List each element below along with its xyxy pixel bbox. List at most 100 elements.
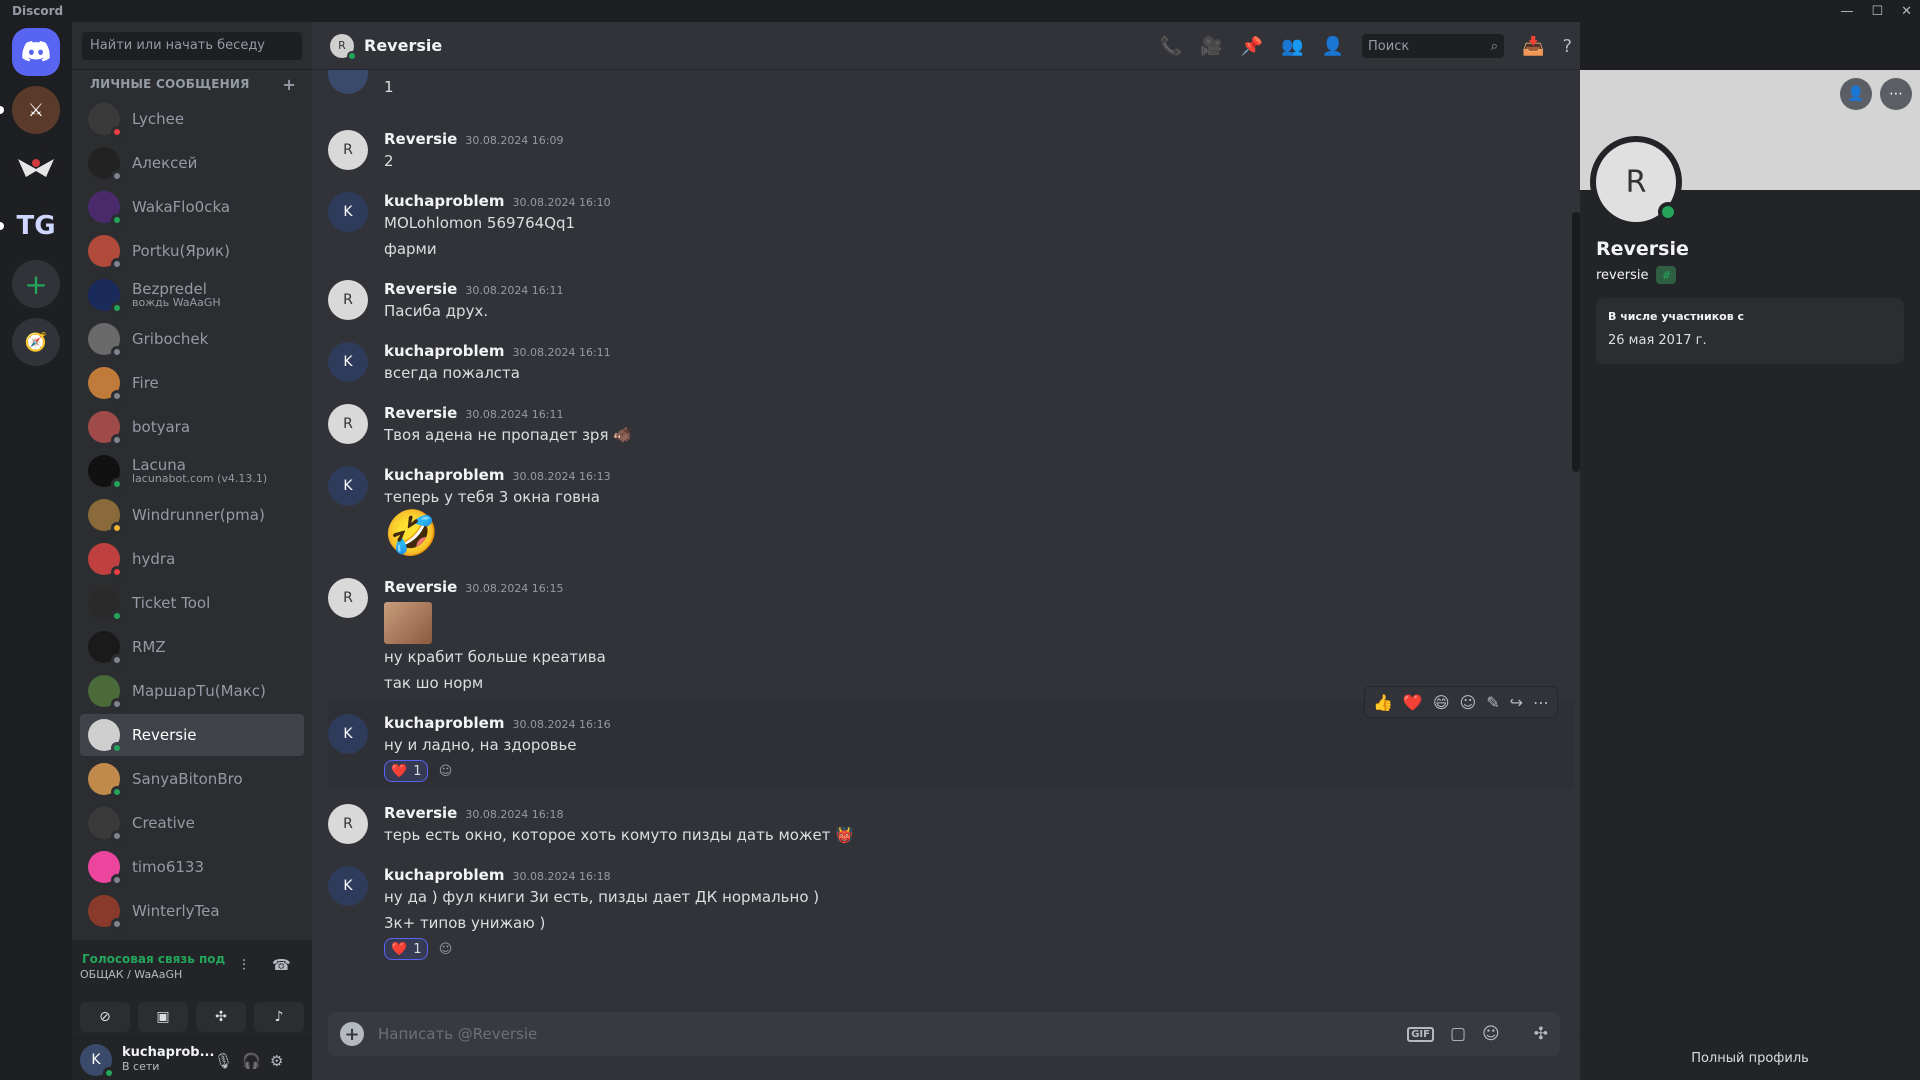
attach-plus-button[interactable]: + xyxy=(340,1022,364,1046)
dm-item[interactable]: timo6133 xyxy=(80,846,304,888)
user-settings-gear-icon[interactable]: ⚙ xyxy=(270,1052,283,1070)
message-avatar[interactable] xyxy=(328,70,368,94)
message[interactable]: Kkuchaproblem 30.08.2024 16:16 ну и ладно,… xyxy=(328,686,1574,790)
message[interactable]: Kkuchaproblem 30.08.2024 16:11 всегда пожа… xyxy=(328,328,1574,390)
add-friends-to-dm-icon[interactable]: 👥 xyxy=(1281,36,1303,57)
video-call-icon[interactable]: 🎥 xyxy=(1200,36,1222,57)
reaction-button[interactable]: ❤️ 1 xyxy=(384,760,429,782)
message-author[interactable]: kuchaproblem xyxy=(384,866,504,884)
add-friend-button[interactable]: 👤 xyxy=(1840,78,1872,110)
inbox-icon[interactable]: 📥 xyxy=(1522,36,1544,57)
message-avatar[interactable]: K xyxy=(328,714,368,754)
gif-picker-icon[interactable]: GIF xyxy=(1407,1026,1434,1042)
profile-avatar[interactable]: R xyxy=(1590,136,1682,228)
close-icon[interactable]: ✕ xyxy=(1901,4,1912,19)
profile-more-button[interactable]: ⋯ xyxy=(1880,78,1912,110)
dm-item[interactable]: hydra xyxy=(80,538,304,580)
dm-item[interactable]: WakaFlo0cka xyxy=(80,186,304,228)
minimize-icon[interactable]: — xyxy=(1840,4,1853,19)
forward-message-icon[interactable]: ↪ xyxy=(1510,693,1523,712)
user-avatar[interactable]: K xyxy=(80,1044,115,1079)
apps-icon[interactable]: ✣ xyxy=(1534,1024,1548,1044)
dm-item[interactable]: Bezpredel вождь WaAaGH xyxy=(80,274,304,316)
message[interactable]: R Reversie 30.08.2024 16:09 2 xyxy=(328,116,1574,178)
disconnect-call-icon[interactable]: ☎ xyxy=(272,956,291,974)
message-avatar[interactable]: K xyxy=(328,192,368,232)
message-author[interactable]: kuchaproblem xyxy=(384,466,504,484)
activities-button[interactable]: ✣ xyxy=(196,1002,246,1032)
message-author[interactable]: kuchaproblem xyxy=(384,342,504,360)
dm-item[interactable]: Gribochek xyxy=(80,318,304,360)
message-avatar[interactable]: K xyxy=(328,866,368,906)
grin-reaction-icon[interactable]: 😄 xyxy=(1433,693,1450,712)
hashtag-badge-icon[interactable]: # xyxy=(1656,266,1677,284)
message-avatar[interactable]: R xyxy=(328,804,368,844)
message-avatar[interactable]: K xyxy=(328,342,368,382)
message[interactable]: R Reversie 30.08.2024 16:15 ну крабит больш… xyxy=(328,564,1574,700)
dm-item[interactable]: WinterlyTea xyxy=(80,890,304,932)
home-button[interactable] xyxy=(12,28,60,76)
headphones-icon[interactable]: 🎧 xyxy=(242,1052,261,1070)
dm-item[interactable]: Lacuna lacunabot.com (v4.13.1) xyxy=(80,450,304,492)
camera-off-button[interactable]: ⊘ xyxy=(80,1002,130,1032)
add-server-button[interactable]: + xyxy=(12,260,60,308)
explore-servers-button[interactable]: 🧭 xyxy=(12,318,60,366)
message[interactable]: Kkuchaproblem 30.08.2024 16:10 MOLohlomon … xyxy=(328,178,1574,266)
message-avatar[interactable]: R xyxy=(328,280,368,320)
heart-reaction-icon[interactable]: ❤️ xyxy=(1403,693,1423,712)
message-author[interactable]: Reversie xyxy=(384,804,457,822)
message[interactable]: R Reversie 30.08.2024 16:11 Пасиба друх. xyxy=(328,266,1574,328)
message-image-attachment[interactable] xyxy=(384,602,432,644)
dm-item[interactable]: SanyaBitonBro xyxy=(80,758,304,800)
add-reaction-icon[interactable]: ☺ xyxy=(1460,693,1477,712)
reaction-button[interactable]: ❤️ 1 xyxy=(384,938,429,960)
dm-item[interactable]: Portku(Ярик) xyxy=(80,230,304,272)
user-profile-toggle-icon[interactable]: 👤 xyxy=(1322,36,1344,57)
dm-item[interactable]: Fire xyxy=(80,362,304,404)
help-icon[interactable]: ? xyxy=(1562,36,1572,57)
message[interactable]: R Reversie 30.08.2024 16:18 терь есть окно,… xyxy=(328,790,1574,852)
message-author[interactable]: Reversie xyxy=(384,280,457,298)
server-icon-tg[interactable]: TG xyxy=(0,202,60,250)
more-options-icon[interactable]: ⋯ xyxy=(1533,693,1549,712)
server-icon-1[interactable]: ⚔ xyxy=(0,86,60,134)
chat-search-input[interactable]: Поиск ⌕ xyxy=(1362,34,1505,58)
message-author[interactable]: Reversie xyxy=(384,578,457,596)
emoji-picker-icon[interactable]: ☺ xyxy=(1482,1024,1500,1044)
noise-suppression-icon[interactable]: ⫶ xyxy=(242,956,246,974)
message-avatar[interactable]: R xyxy=(328,578,368,618)
message-avatar[interactable]: R xyxy=(328,130,368,170)
dm-item[interactable]: Алексей xyxy=(80,142,304,184)
message-author[interactable]: kuchaproblem xyxy=(384,714,504,732)
message-author[interactable]: Reversie xyxy=(384,404,457,422)
message-input[interactable]: Написать @Reversie xyxy=(378,1025,1407,1043)
add-reaction-icon[interactable]: ☺ xyxy=(434,760,456,782)
server-icon-2[interactable] xyxy=(12,144,60,192)
microphone-icon[interactable]: 🎙 xyxy=(214,1052,233,1070)
thumbs-up-reaction-icon[interactable]: 👍 xyxy=(1373,693,1393,712)
sticker-icon[interactable]: ▢ xyxy=(1450,1024,1466,1044)
chat-scrollbar[interactable] xyxy=(1572,212,1580,472)
dm-item[interactable]: Windrunner(pma) xyxy=(80,494,304,536)
pinned-messages-icon[interactable]: 📌 xyxy=(1241,36,1263,57)
dm-item[interactable]: Creative xyxy=(80,802,304,844)
message[interactable]: Kkuchaproblem 30.08.2024 16:13 теперь у те… xyxy=(328,452,1574,564)
full-profile-button[interactable]: Полный профиль xyxy=(1580,1036,1920,1080)
message-author[interactable]: kuchaproblem xyxy=(384,192,504,210)
voice-connection-title[interactable]: Голосовая связь под xyxy=(82,952,225,966)
maximize-icon[interactable]: ☐ xyxy=(1871,4,1883,19)
dm-item[interactable]: Ticket Tool xyxy=(80,582,304,624)
message[interactable]: R Reversie 30.08.2024 16:11 Твоя адена не п… xyxy=(328,390,1574,452)
edit-message-icon[interactable]: ✎ xyxy=(1486,693,1499,712)
screen-share-button[interactable]: ▣ xyxy=(138,1002,188,1032)
dm-item[interactable]: RMZ xyxy=(80,626,304,668)
message[interactable]: Kkuchaproblem 30.08.2024 16:18 ну да ) фул… xyxy=(328,852,1574,968)
dm-item[interactable]: МаршарТu(Макс) xyxy=(80,670,304,712)
message-author[interactable]: Reversie xyxy=(384,130,457,148)
message-avatar[interactable]: R xyxy=(328,404,368,444)
message-avatar[interactable]: K xyxy=(328,466,368,506)
add-reaction-icon[interactable]: ☺ xyxy=(434,938,456,960)
dm-search-input[interactable]: Найти или начать беседу xyxy=(82,31,302,60)
add-dm-plus-icon[interactable]: + xyxy=(282,75,296,94)
dm-item[interactable]: Lychee xyxy=(80,98,304,140)
